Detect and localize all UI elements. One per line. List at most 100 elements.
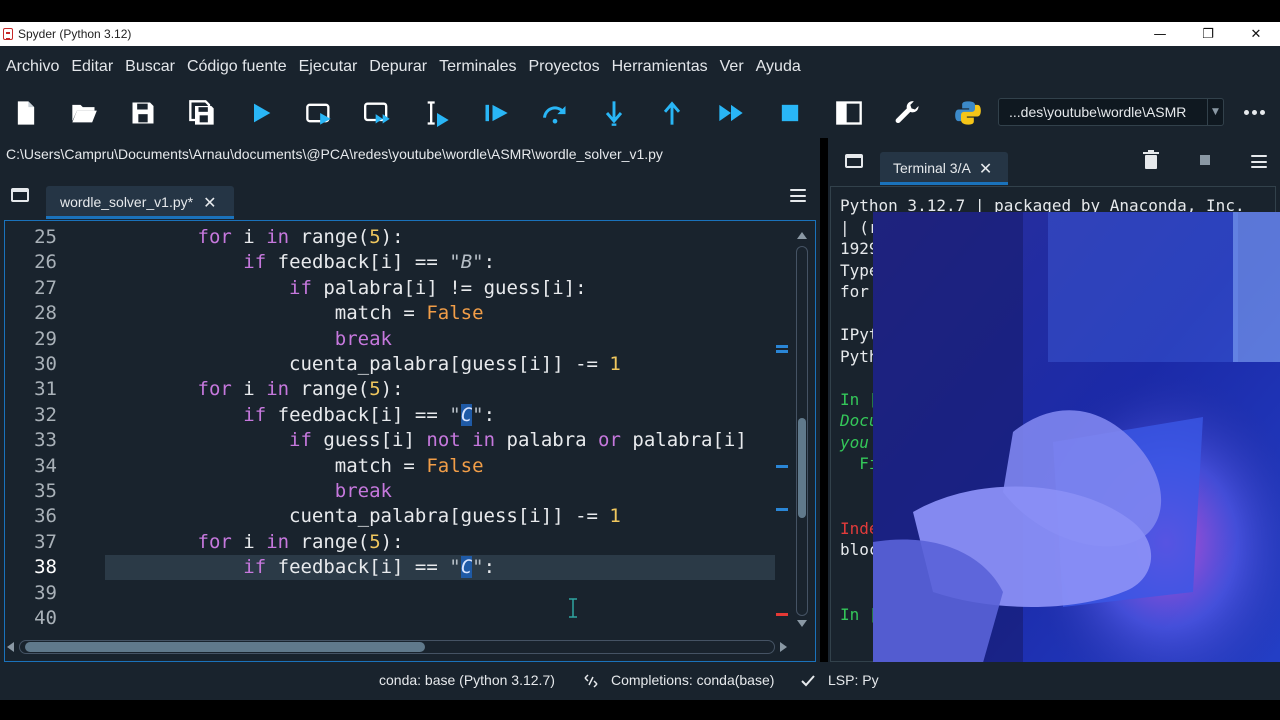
editor-tab-wordle-solver[interactable]: wordle_solver_v1.py* ✕	[46, 186, 234, 218]
menu-codigo-fuente[interactable]: Código fuente	[181, 58, 293, 76]
line-number: 34	[34, 454, 57, 477]
working-directory-combobox[interactable]: ...des\youtube\wordle\ASMR ▼	[998, 98, 1224, 126]
scroll-right-icon[interactable]	[780, 642, 787, 652]
code-line: 33 if guess[i] not in palabra or palabra…	[5, 428, 775, 453]
run-cell-advance-icon[interactable]	[362, 97, 394, 129]
code-line: 37 for i in range(5):	[5, 530, 775, 555]
new-file-icon[interactable]	[10, 97, 42, 129]
line-number: 26	[34, 251, 57, 274]
menu-ver[interactable]: Ver	[714, 58, 750, 76]
menu-buscar[interactable]: Buscar	[119, 58, 181, 76]
debug-icon[interactable]	[480, 97, 512, 129]
scroll-left-icon[interactable]	[7, 642, 14, 652]
preferences-icon[interactable]	[892, 97, 924, 129]
menu-herramientas[interactable]: Herramientas	[606, 58, 714, 76]
open-file-icon[interactable]	[68, 97, 100, 129]
code-line: 38 if feedback[i] == "C":	[5, 555, 775, 580]
line-number: 33	[34, 429, 57, 452]
line-number: 35	[34, 480, 57, 502]
window-controls: — ❐ ✕	[1136, 22, 1280, 46]
terminal-options-menu-icon[interactable]	[1251, 155, 1267, 168]
run-cell-icon[interactable]	[303, 97, 335, 129]
code-text: match = False	[334, 454, 484, 477]
menu-proyectos[interactable]: Proyectos	[522, 58, 605, 76]
code-text: match = False	[334, 302, 484, 325]
menu-terminales[interactable]: Terminales	[433, 58, 522, 76]
menu-editar[interactable]: Editar	[65, 58, 119, 76]
code-text: if feedback[i] == "C":	[243, 403, 496, 426]
status-env: conda: base (Python 3.12.7)	[379, 672, 555, 688]
close-tab-icon[interactable]: ✕	[203, 193, 216, 212]
code-line: 36 cuenta_palabra[guess[i]] -= 1	[5, 504, 775, 529]
code-text: if guess[i] not in palabra or palabra[i]	[289, 429, 747, 452]
menu-ejecutar[interactable]: Ejecutar	[293, 58, 364, 76]
window-titlebar: Spyder (Python 3.12) — ❐ ✕	[0, 22, 1280, 46]
line-number: 40	[34, 607, 57, 629]
interrupt-kernel-icon[interactable]	[1200, 155, 1210, 165]
occurrence-marker	[776, 508, 788, 511]
run-icon[interactable]	[245, 97, 277, 129]
code-editor[interactable]: 25 for i in range(5): 26 if feedback[i] =…	[5, 221, 775, 635]
editor-vertical-scrollbar[interactable]	[793, 228, 811, 634]
step-over-icon[interactable]	[539, 97, 571, 129]
menu-depurar[interactable]: Depurar	[363, 58, 433, 76]
step-return-icon[interactable]	[656, 97, 688, 129]
line-number: 39	[34, 581, 57, 604]
continue-icon[interactable]	[715, 97, 747, 129]
menu-ayuda[interactable]: Ayuda	[750, 58, 807, 76]
close-button[interactable]: ✕	[1232, 22, 1280, 46]
editor-horizontal-scrollbar[interactable]	[5, 636, 795, 658]
save-all-icon[interactable]	[186, 97, 218, 129]
code-text: for i in range(5):	[197, 378, 404, 401]
more-options-icon[interactable]	[1240, 100, 1268, 124]
scrollbar-thumb[interactable]	[798, 418, 806, 518]
step-into-icon[interactable]	[598, 97, 630, 129]
undock-terminal-icon[interactable]	[845, 154, 863, 168]
terminal-tab[interactable]: Terminal 3/A ✕	[880, 152, 1008, 184]
window-title: Spyder (Python 3.12)	[18, 27, 132, 41]
code-line: 35 break	[5, 479, 775, 504]
close-terminal-tab-icon[interactable]: ✕	[979, 159, 992, 178]
maximize-button[interactable]: ❐	[1184, 22, 1232, 46]
menu-archivo[interactable]: Archivo	[0, 58, 65, 76]
error-marker	[776, 613, 788, 616]
code-line: 25 for i in range(5):	[5, 225, 775, 250]
spyder-app-icon	[3, 28, 13, 40]
run-selection-icon[interactable]	[421, 97, 453, 129]
line-number: 37	[34, 530, 57, 553]
code-text: if feedback[i] == "B":	[243, 251, 496, 274]
completions-icon	[584, 674, 598, 688]
stop-icon[interactable]	[774, 97, 806, 129]
code-text: if feedback[i] == "C":	[243, 556, 496, 579]
save-icon[interactable]	[127, 97, 159, 129]
occurrence-marker	[776, 465, 788, 468]
working-directory-path: ...des\youtube\wordle\ASMR	[1009, 104, 1187, 120]
editor-options-menu-icon[interactable]	[790, 189, 806, 202]
line-number: 36	[34, 505, 57, 528]
code-text: if palabra[i] != guess[i]:	[289, 276, 587, 299]
undock-pane-icon[interactable]	[11, 188, 29, 202]
maximize-pane-icon[interactable]	[833, 97, 865, 129]
line-number: 30	[34, 353, 57, 375]
code-text: break	[334, 327, 392, 350]
minimize-button[interactable]: —	[1136, 22, 1184, 46]
line-number: 25	[34, 226, 57, 248]
occurrence-marker	[776, 350, 788, 353]
code-line: 26 if feedback[i] == "B":	[5, 250, 775, 275]
terminal-tab-label: Terminal 3/A	[893, 160, 971, 176]
webcam-overlay	[873, 212, 1280, 698]
python-path-icon[interactable]	[952, 97, 984, 129]
trash-icon[interactable]	[1142, 150, 1160, 170]
code-line: 34 match = False	[5, 454, 775, 479]
hscrollbar-thumb[interactable]	[25, 642, 425, 652]
line-number: 28	[34, 302, 57, 325]
scroll-up-icon[interactable]	[797, 232, 807, 239]
chevron-down-icon[interactable]: ▼	[1207, 99, 1223, 125]
code-text: cuenta_palabra[guess[i]] -= 1	[289, 353, 621, 375]
line-number: 31	[34, 378, 57, 401]
code-line: 39	[5, 581, 775, 606]
scroll-down-icon[interactable]	[797, 620, 807, 627]
mouse-ibeam-cursor-icon	[569, 598, 577, 618]
active-terminal-indicator	[880, 182, 1008, 185]
line-number: 38	[34, 556, 57, 579]
